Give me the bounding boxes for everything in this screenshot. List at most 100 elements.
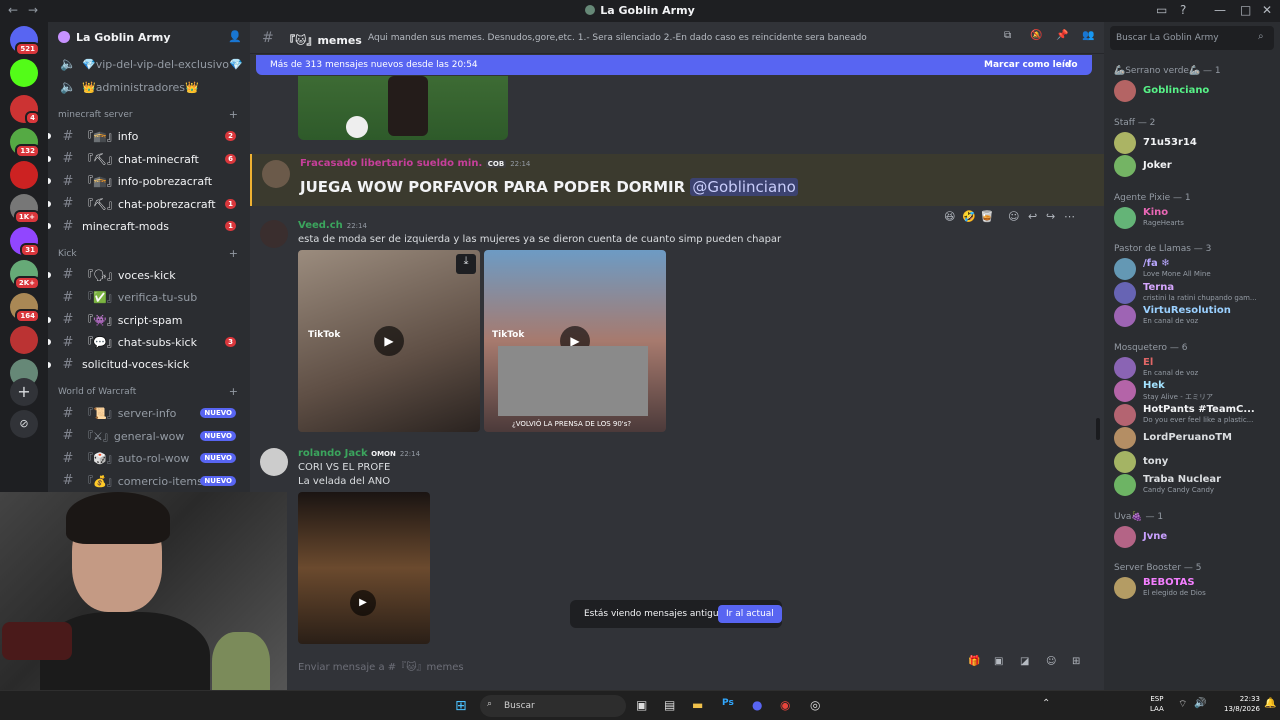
tray-chevron-icon[interactable]: ⌃ — [1042, 698, 1050, 709]
add-channel-icon[interactable]: + — [229, 247, 238, 260]
member-item[interactable]: Hek Stay Alive - エミリア — [1112, 380, 1274, 402]
video-attachment[interactable]: ▶ — [298, 492, 430, 644]
user-avatar[interactable] — [260, 220, 288, 248]
channel-item[interactable]: # 『💰』comercio-items NUEVO — [56, 471, 246, 491]
play-icon[interactable]: ▶ — [350, 590, 376, 616]
channel-item[interactable]: # 『🎲』auto-rol-wow NUEVO — [56, 448, 246, 468]
steam-icon[interactable]: ◎ — [810, 698, 820, 712]
language-indicator[interactable]: ESP LAA — [1150, 694, 1164, 714]
category-header[interactable]: minecraft server — [58, 110, 133, 120]
channel-item[interactable]: # 『🕋』info 2 — [48, 126, 246, 146]
channel-item[interactable]: # 『📜』server-info NUEVO — [56, 403, 246, 423]
member-item[interactable]: Joker — [1112, 155, 1274, 177]
category-header[interactable]: Kick — [58, 249, 77, 259]
server-icon-twitch[interactable]: 31 — [10, 227, 40, 257]
scrollbar[interactable] — [1096, 418, 1100, 440]
member-search[interactable]: Buscar La Goblin Army ⌕ — [1110, 26, 1274, 50]
tiktok-video-1[interactable]: ⤓ TikTok ▶ — [298, 250, 480, 432]
member-item[interactable]: LordPeruanoTM — [1112, 427, 1274, 449]
add-member-icon[interactable]: 👤 — [228, 30, 242, 43]
taskbar-search[interactable]: ⌕ Buscar — [480, 695, 626, 717]
server-icon-server-red[interactable]: 4 — [10, 95, 40, 125]
new-messages-bar[interactable]: Más de 313 mensajes nuevos desde las 20:… — [256, 55, 1092, 75]
close-icon[interactable]: ✕ — [1262, 3, 1272, 17]
app-icon[interactable]: ▤ — [664, 698, 675, 712]
member-item[interactable]: 71u53r14 — [1112, 131, 1274, 154]
channel-item[interactable]: # 『⚔』general-wow NUEVO — [56, 426, 246, 446]
channel-item[interactable]: # solicitud-voces-kick — [48, 355, 246, 375]
message-author[interactable]: Veed.ch 22:14 — [298, 220, 367, 231]
channel-item[interactable]: # 『⛏』chat-pobrezacraft 1 — [48, 194, 246, 214]
member-item[interactable]: Kino RageHearts — [1112, 206, 1274, 229]
sticker-icon[interactable]: ◪ — [1020, 656, 1029, 667]
members-icon[interactable]: 👥 — [1082, 30, 1094, 41]
member-item[interactable]: tony — [1112, 450, 1274, 473]
user-avatar[interactable] — [260, 448, 288, 476]
threads-icon[interactable]: ⧉ — [1004, 30, 1011, 41]
gif-icon[interactable]: ▣ — [994, 656, 1003, 667]
member-item[interactable]: Traba Nuclear Candy Candy Candy — [1112, 474, 1274, 496]
notifications-icon[interactable]: 🔔 — [1264, 698, 1276, 709]
add-server-icon[interactable]: + — [10, 378, 38, 406]
member-item[interactable]: BEBOTAS El elegido de Dios — [1112, 577, 1274, 599]
apps-icon[interactable]: ⊞ — [1072, 656, 1080, 667]
network-icon[interactable]: ⌔ — [1178, 698, 1187, 711]
volume-icon[interactable]: 🔊 — [1194, 698, 1206, 709]
mark-read-button[interactable]: Marcar como leído — [984, 60, 1078, 70]
server-icon-server-5[interactable]: 1K+ — [10, 194, 40, 224]
mute-icon[interactable]: 🔕 — [1030, 30, 1042, 41]
discover-icon[interactable]: ⊘ — [10, 410, 38, 438]
category-header[interactable]: World of Warcraft — [58, 387, 136, 397]
photoshop-icon[interactable]: Ps — [722, 698, 734, 708]
add-channel-icon[interactable]: + — [229, 385, 238, 398]
pin-icon[interactable]: 📌 — [1056, 30, 1068, 41]
chrome-icon[interactable]: ◉ — [780, 698, 790, 712]
channel-item[interactable]: # 『✅』verifica-tu-sub — [56, 287, 246, 307]
channel-item[interactable]: # 『💬』chat-subs-kick 3 — [48, 332, 246, 352]
server-icon-discord-home[interactable]: 521 — [10, 26, 40, 56]
discord-taskbar-icon[interactable]: ● — [752, 698, 762, 712]
minimize-icon[interactable]: — — [1214, 3, 1226, 17]
channel-item[interactable]: # 『⛏』chat-minecraft 6 — [48, 149, 246, 169]
channel-voice-1[interactable]: 🔈 👑administradores👑 — [56, 77, 246, 97]
user-avatar[interactable] — [262, 160, 290, 188]
gift-icon[interactable]: 🎁 — [968, 656, 980, 667]
message-author[interactable]: Fracasado libertario sueldo min. COB 22:1… — [300, 158, 530, 169]
maximize-icon[interactable]: □ — [1240, 3, 1251, 17]
help-icon[interactable]: ? — [1180, 3, 1186, 17]
server-icon-server-3[interactable]: 132 — [10, 128, 40, 158]
server-icon-server-4[interactable] — [10, 161, 38, 189]
member-item[interactable]: VirtuResolution En canal de voz — [1112, 305, 1274, 327]
channel-item[interactable]: # 『👾』script-spam — [48, 310, 246, 330]
channel-topic[interactable]: Aqui manden sus memes. Desnudos,gore,etc… — [368, 33, 867, 43]
emoji-icon[interactable]: ☺ — [1046, 656, 1056, 667]
channel-item[interactable]: # minecraft-mods 1 — [48, 216, 246, 236]
channel-item[interactable]: # 『🗣』voces-kick — [48, 265, 246, 285]
member-item[interactable]: Terna cristini la ratini chupando gam... — [1112, 281, 1274, 304]
task-view-icon[interactable]: ▣ — [636, 698, 647, 712]
member-item[interactable]: El En canal de voz — [1112, 356, 1274, 379]
windows-start-icon[interactable]: ⊞ — [455, 698, 467, 714]
tiktok-video-2[interactable]: TikTok ▶ ¿VOLVIÓ LA PRENSA DE LOS 90's? — [484, 250, 666, 432]
add-channel-icon[interactable]: + — [229, 108, 238, 121]
channel-voice-0[interactable]: 🔈 💎vip-del-vip-del-exclusivo💎 — [56, 54, 246, 74]
server-header[interactable]: La Goblin Army ⌄ 👤 — [48, 22, 250, 54]
mark-read-icon[interactable]: ✓ — [1066, 59, 1074, 69]
message-author[interactable]: rolando Jack OMON 22:14 — [298, 448, 420, 459]
inbox-icon[interactable]: ▭ — [1156, 3, 1167, 17]
previous-image-attachment[interactable] — [298, 76, 508, 140]
message-composer[interactable]: Enviar mensaje a #『🐱』memes 🎁 ▣ ◪ ☺ ⊞ — [288, 650, 1098, 676]
member-item[interactable]: Jvne — [1112, 525, 1274, 548]
member-item[interactable]: HotPants #TeamC... Do you ever feel like … — [1112, 403, 1274, 426]
file-explorer-icon[interactable]: ▬ — [692, 698, 703, 712]
download-icon[interactable]: ⤓ — [456, 254, 476, 274]
server-icon-server-7[interactable]: 2K+ — [10, 260, 40, 290]
member-item[interactable]: Goblinciano — [1112, 80, 1274, 102]
play-icon[interactable]: ▶ — [374, 326, 404, 356]
server-icon-server-8[interactable]: 164 — [10, 293, 40, 323]
server-icon-kick[interactable] — [10, 59, 38, 87]
server-icon-server-9[interactable] — [10, 326, 38, 354]
jump-to-present-button[interactable]: Ir al actual — [718, 605, 782, 623]
clock[interactable]: 22:33 13/8/2026 — [1224, 694, 1260, 714]
channel-item[interactable]: # 『🕋』info-pobrezacraft — [48, 171, 246, 191]
